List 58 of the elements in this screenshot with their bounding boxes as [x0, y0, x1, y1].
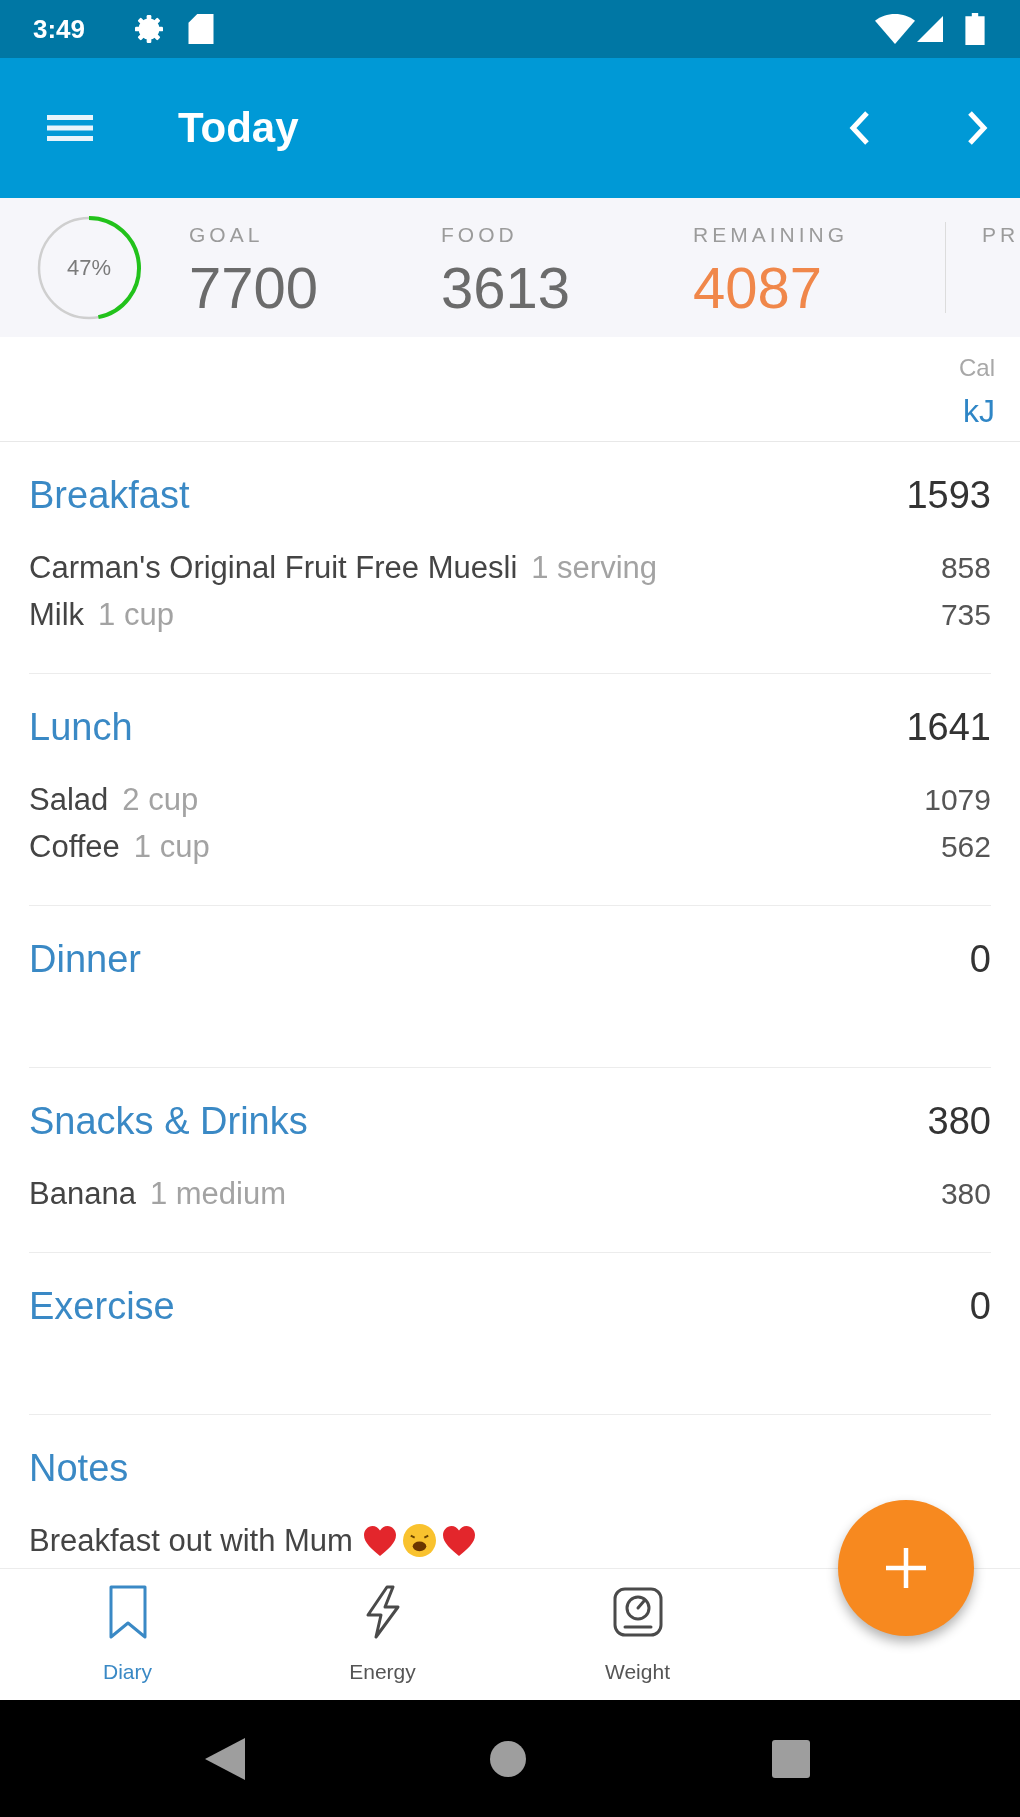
food-serving: 2 cup: [122, 781, 199, 818]
sd-card-icon: [188, 14, 215, 44]
food-energy: 562: [940, 828, 991, 865]
meal-total: 1593: [906, 473, 991, 517]
food-serving: 1 serving: [531, 549, 658, 586]
back-icon[interactable]: [205, 1737, 245, 1780]
food-name: Coffee: [29, 828, 120, 865]
stat-value: 4087: [693, 256, 823, 320]
meal-total: 1641: [906, 705, 991, 749]
nav-tab[interactable]: Energy: [255, 1569, 510, 1700]
food-serving: 1 cup: [133, 828, 210, 865]
menu-icon[interactable]: [47, 113, 93, 143]
food-energy: 1079: [924, 781, 991, 818]
stat-label: REMAINING: [693, 222, 848, 248]
meal-title: Exercise: [29, 1284, 175, 1328]
meal-total: 380: [927, 1099, 991, 1143]
meal-total: 0: [969, 937, 991, 981]
chevron-right-icon[interactable]: [966, 110, 988, 146]
stat-label: FOOD: [441, 222, 518, 248]
face-icon: [402, 1524, 436, 1557]
screen-title: Today: [178, 103, 299, 153]
food-energy: 735: [940, 596, 991, 633]
add-button[interactable]: [838, 1500, 974, 1636]
nav-tab[interactable]: Weight: [510, 1569, 765, 1700]
recents-icon[interactable]: [772, 1739, 810, 1778]
food-energy: 380: [940, 1175, 991, 1212]
wifi-icon: [875, 14, 915, 44]
meal-total: 0: [969, 1284, 991, 1328]
meal-title: Breakfast: [29, 473, 190, 517]
food-name: Carman's Original Fruit Free Muesli: [29, 549, 518, 586]
stat-value: 7700: [189, 256, 319, 320]
food-name: Salad: [29, 781, 109, 818]
food-energy: 858: [940, 549, 991, 586]
unit-option[interactable]: Cal: [959, 353, 995, 383]
unit-option[interactable]: kJ: [963, 391, 995, 431]
stat-label: GOAL: [189, 222, 264, 248]
chevron-left-icon[interactable]: [849, 110, 871, 146]
food-name: Banana: [29, 1175, 136, 1212]
stat-value: 3613: [441, 256, 571, 320]
note-text: Breakfast out with Mum: [29, 1522, 353, 1559]
food-serving: 1 cup: [98, 596, 174, 633]
meal-title: Snacks & Drinks: [29, 1099, 308, 1143]
meal-title: Lunch: [29, 705, 133, 749]
meal-title: Dinner: [29, 937, 141, 981]
heart-icon: [362, 1524, 397, 1557]
progress-percent: 47%: [67, 254, 111, 281]
status-time: 3:49: [33, 14, 86, 44]
plus-icon: [886, 1548, 926, 1588]
stat-label: PR: [982, 222, 1020, 248]
meal-title: Notes: [29, 1446, 129, 1490]
food-serving: 1 medium: [149, 1175, 286, 1212]
home-icon[interactable]: [490, 1740, 526, 1777]
signal-icon: [917, 16, 943, 42]
heart-icon: [441, 1524, 476, 1557]
battery-icon: [965, 13, 985, 45]
food-name: Milk: [29, 596, 85, 633]
nav-tab[interactable]: Diary: [0, 1569, 255, 1700]
settings-icon: [135, 15, 164, 43]
